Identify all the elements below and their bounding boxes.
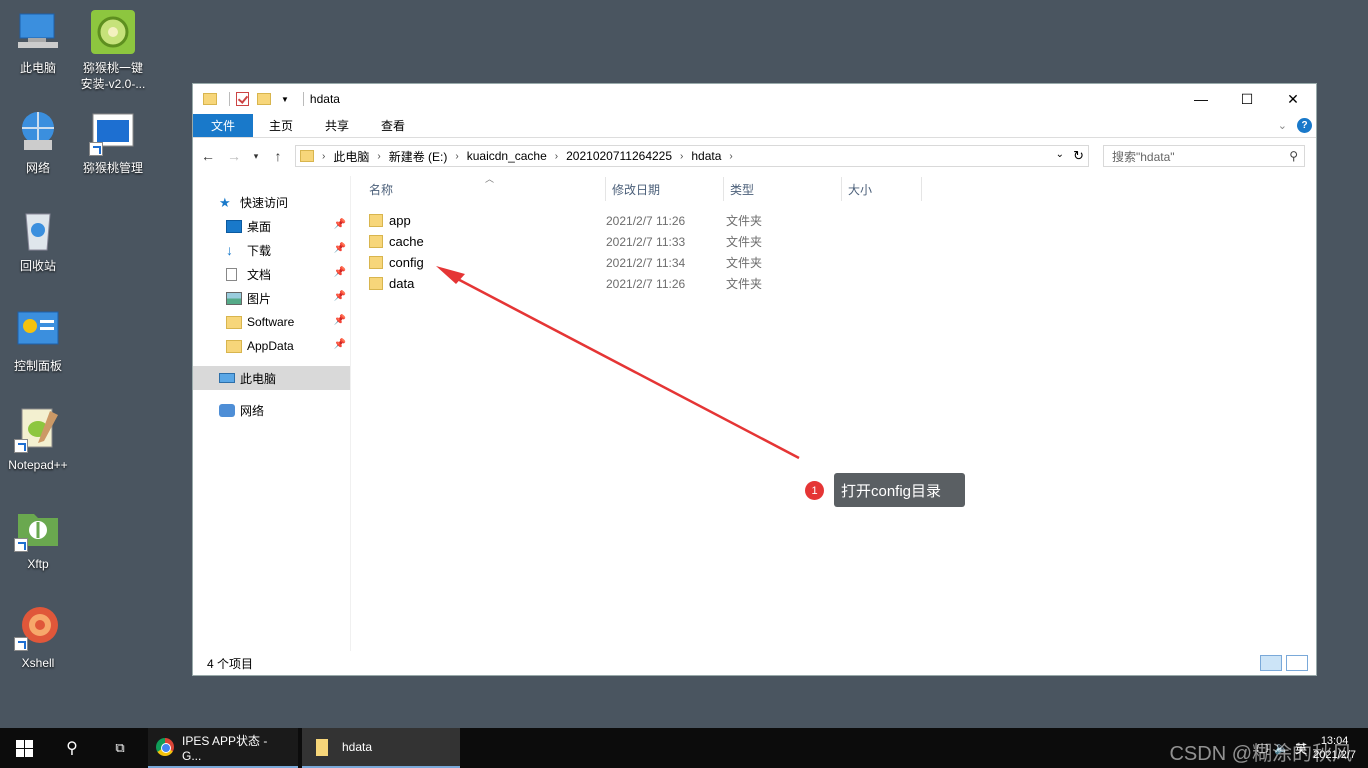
annotation-callout: 打开config目录 [834,473,965,507]
folder-icon [316,738,328,756]
taskbar-app-label: hdata [342,740,373,754]
task-view-icon[interactable]: ⧉ [96,728,144,768]
start-button[interactable] [0,728,48,768]
chrome-icon [156,738,174,756]
taskbar-app-explorer[interactable]: hdata [302,728,460,768]
annotation-step-number: 1 [805,481,824,500]
watermark: CSDN @糊涂的秋风 [1169,743,1352,765]
taskbar-app-chrome[interactable]: IPES APP状态 - G... [148,728,298,768]
search-icon[interactable]: ⚲ [48,728,96,768]
taskbar: ⚲ ⧉ IPES APP状态 - G... hdata 🖵 🔈 英 13:04 … [0,728,1368,768]
annotation-arrow [436,266,800,460]
windows-logo-icon [15,739,33,757]
taskbar-app-label: IPES APP状态 - G... [182,733,268,763]
